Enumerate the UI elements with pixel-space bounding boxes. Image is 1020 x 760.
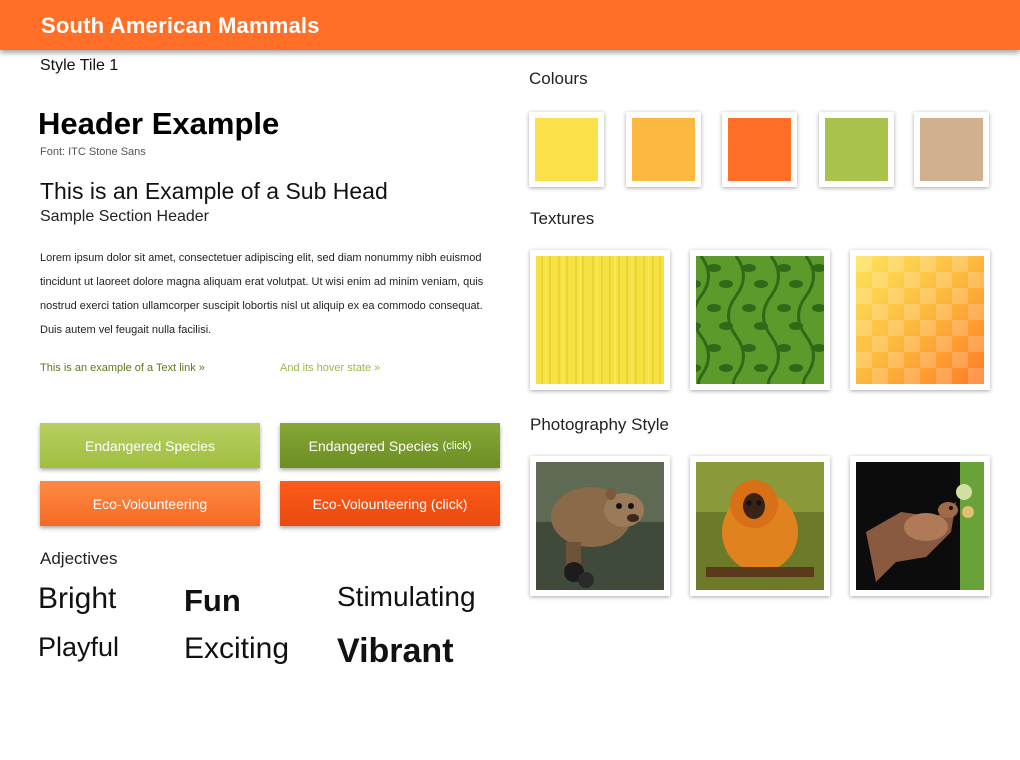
nectar-bat-photo (856, 462, 984, 590)
font-note: Font: ITC Stone Sans (40, 146, 146, 158)
swatch-fill (825, 118, 888, 181)
yellow-orange-checker-texture (856, 256, 984, 384)
golden-lion-tamarin-photo (696, 462, 824, 590)
photo-frame-bat (850, 456, 990, 596)
header-example: Header Example (38, 106, 280, 141)
endangered-species-label: Endangered Species (85, 437, 215, 454)
endangered-species-click-label: Endangered Species (308, 437, 439, 454)
colour-swatch-gold (626, 112, 701, 187)
eco-volunteering-click-label: Eco-Volounteering (click) (312, 495, 468, 512)
adjective-fun: Fun (184, 583, 241, 618)
colours-title: Colours (529, 69, 588, 88)
colour-swatch-yellow (529, 112, 604, 187)
swatch-fill (728, 118, 791, 181)
top-banner: South American Mammals (0, 0, 1020, 50)
adjective-bright: Bright (38, 582, 117, 615)
section-header-example: Sample Section Header (40, 208, 209, 225)
sub-head-example: This is an Example of a Sub Head (40, 178, 388, 204)
green-leaf-vine-texture (696, 256, 824, 384)
text-link-example[interactable]: This is an example of a Text link » (40, 362, 205, 374)
colour-swatch-green (819, 112, 894, 187)
adjective-stimulating: Stimulating (337, 581, 476, 612)
eco-volunteering-label: Eco-Volounteering (92, 495, 208, 512)
click-note: (click) (442, 439, 472, 452)
swatch-fill (535, 118, 598, 181)
texture-yellow-stripes (530, 250, 670, 390)
photography-style-title: Photography Style (530, 415, 669, 434)
eco-volunteering-button[interactable]: Eco-Volounteering (40, 481, 260, 526)
body-text-example: Lorem ipsum dolor sit amet, consectetuer… (40, 252, 484, 336)
text-link-hover-example[interactable]: And its hover state » (280, 362, 380, 374)
colour-swatch-tan (914, 112, 989, 187)
swatch-fill (920, 118, 983, 181)
endangered-species-button-click[interactable]: Endangered Species (click) (280, 423, 500, 468)
eco-volunteering-button-click[interactable]: Eco-Volounteering (click) (280, 481, 500, 526)
site-title: South American Mammals (41, 13, 320, 38)
adjective-vibrant: Vibrant (337, 632, 454, 670)
yellow-stripes-texture (536, 256, 664, 384)
photo-frame-olingo (530, 456, 670, 596)
textures-title: Textures (530, 209, 595, 228)
adjectives-title: Adjectives (40, 549, 118, 568)
olingo-photo (536, 462, 664, 590)
style-tile-label: Style Tile 1 (40, 57, 119, 74)
texture-green-leaves (690, 250, 830, 390)
colour-swatch-orange (722, 112, 797, 187)
adjective-playful: Playful (38, 632, 120, 662)
swatch-fill (632, 118, 695, 181)
photo-frame-tamarin (690, 456, 830, 596)
adjective-exciting: Exciting (184, 632, 290, 665)
endangered-species-button[interactable]: Endangered Species (40, 423, 260, 468)
texture-yellow-orange-checker (850, 250, 990, 390)
